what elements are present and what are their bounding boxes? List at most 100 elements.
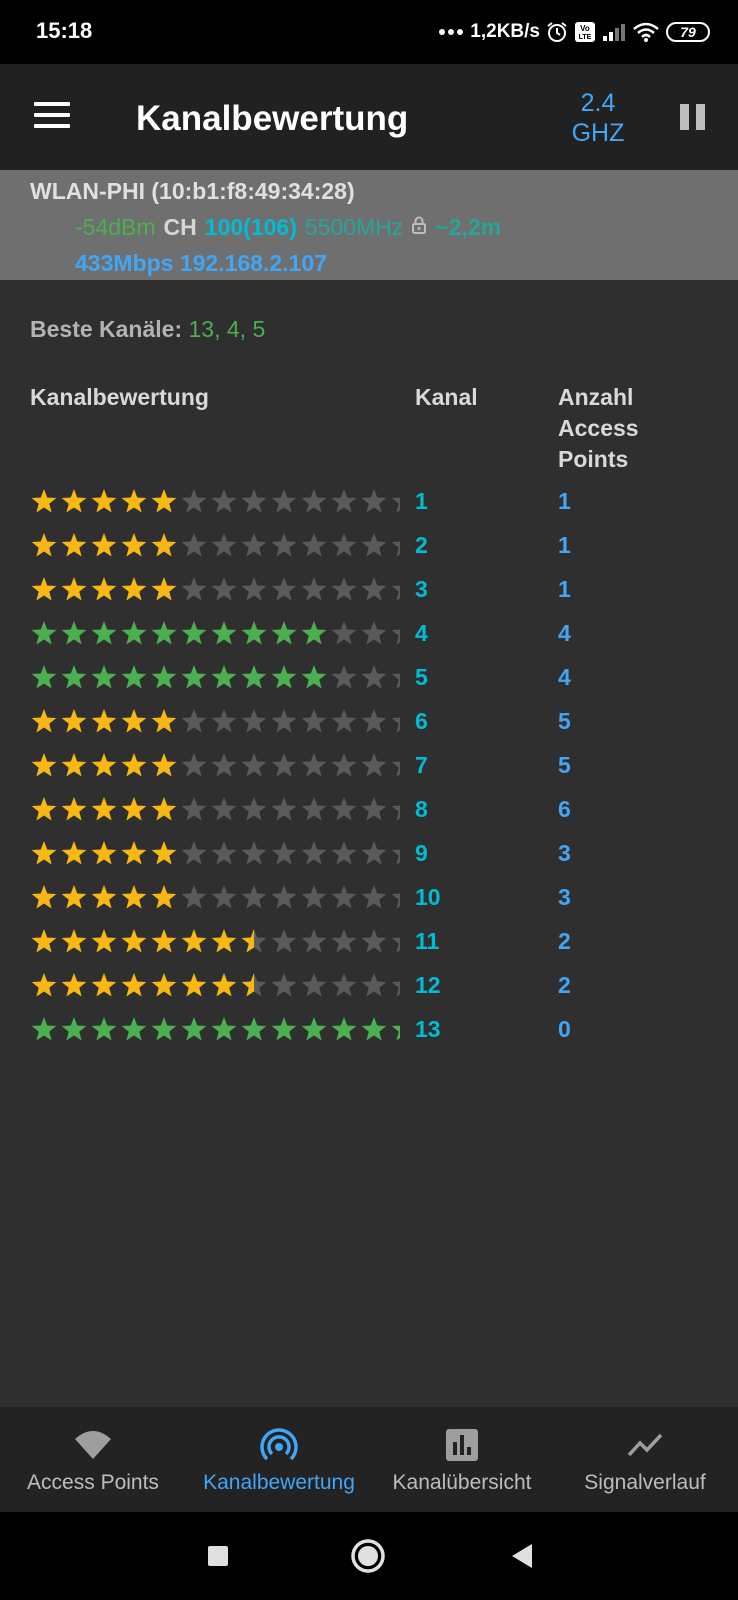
- star-icon: [271, 665, 297, 689]
- star-icon: [211, 709, 237, 733]
- star-icon: [241, 489, 267, 513]
- network-speed: 1,2KB/s: [470, 21, 540, 42]
- star-icon: [151, 1017, 177, 1041]
- access-point-count: 1: [558, 576, 571, 602]
- table-row: 11 2: [0, 920, 738, 964]
- nav-access-points[interactable]: Access Points: [0, 1407, 186, 1512]
- connection-ssid: WLAN-PHI (10:b1:f8:49:34:28): [30, 178, 355, 204]
- channel-number: 6: [415, 708, 428, 734]
- star-icon: [241, 577, 267, 601]
- star-icon: [241, 665, 267, 689]
- channel-number: 10: [415, 884, 441, 910]
- table-row: 10 3: [0, 876, 738, 920]
- ip-address: 192.168.2.107: [179, 250, 327, 276]
- star-icon: [271, 533, 297, 557]
- nav-signal-history[interactable]: Signalverlauf: [552, 1407, 738, 1512]
- nav-label: Kanalbewertung: [203, 1471, 355, 1494]
- star-icon: [211, 1017, 237, 1041]
- star-icon: [301, 533, 327, 557]
- star-icon: [391, 893, 400, 909]
- connection-channel: 100(106): [204, 214, 297, 240]
- home-icon[interactable]: [344, 1532, 392, 1580]
- star-icon: [241, 797, 267, 821]
- star-icon: [181, 929, 207, 953]
- svg-text:LTE: LTE: [579, 34, 592, 41]
- star-icon: [61, 621, 87, 645]
- star-icon: [211, 753, 237, 777]
- back-icon[interactable]: [498, 1532, 546, 1580]
- star-icon: [331, 577, 357, 601]
- rating-stars: [30, 970, 400, 1002]
- header-rating: Kanalbewertung: [30, 384, 209, 410]
- wifi-icon: [73, 1425, 113, 1465]
- star-icon: [331, 709, 357, 733]
- table-row: 44: [0, 612, 738, 656]
- nav-label: Kanalübersicht: [392, 1471, 532, 1494]
- star-icon: [61, 533, 87, 557]
- star-icon: [31, 885, 57, 909]
- star-icon: [361, 665, 387, 689]
- star-icon: [211, 929, 237, 953]
- star-icon: [121, 577, 147, 601]
- star-icon: [121, 885, 147, 909]
- access-point-count: 6: [558, 796, 571, 822]
- star-icon: [211, 973, 237, 997]
- channel-rating-list: 1 1 2 1 3 1 4 4 5 4 6 5 7 5 8 6 9 3 10 3 11 2 12 2 13 0: [0, 480, 738, 1052]
- table-row: 11: [0, 480, 738, 524]
- star-icon: [31, 797, 57, 821]
- star-icon: [121, 841, 147, 865]
- best-channels-value: 13, 4, 5: [188, 316, 266, 342]
- star-icon: [181, 753, 207, 777]
- star-icon: [241, 1017, 267, 1041]
- star-icon: [301, 665, 327, 689]
- status-bar: 15:18 1,2KB/s Vo LTE 79: [0, 0, 738, 64]
- star-icon: [181, 489, 207, 513]
- channel-number: 5: [415, 664, 428, 690]
- channel-number: 3: [415, 576, 428, 602]
- access-point-count: 1: [558, 488, 571, 514]
- star-icon: [211, 489, 237, 513]
- star-icon: [121, 797, 147, 821]
- radar-icon: [259, 1425, 299, 1465]
- star-icon: [241, 533, 267, 557]
- star-icon: [331, 533, 357, 557]
- star-icon: [211, 577, 237, 601]
- pause-icon[interactable]: [680, 104, 706, 132]
- star-icon: [331, 885, 357, 909]
- star-icon: [151, 929, 177, 953]
- star-icon: [271, 797, 297, 821]
- star-icon: [361, 709, 387, 733]
- star-icon: [151, 753, 177, 777]
- access-point-count: 3: [558, 840, 571, 866]
- star-icon: [121, 929, 147, 953]
- band-unit: GHZ: [571, 119, 625, 147]
- star-icon: [181, 621, 207, 645]
- star-icon: [361, 973, 387, 997]
- table-row: 93: [0, 832, 738, 876]
- star-icon: [271, 577, 297, 601]
- rating-stars: [30, 882, 400, 914]
- star-icon: [391, 761, 400, 777]
- star-icon: [31, 577, 57, 601]
- star-icon: [391, 981, 400, 997]
- star-icon: [121, 709, 147, 733]
- channel-number: 4: [415, 620, 428, 646]
- band-toggle-button[interactable]: 2.4 GHZ: [568, 88, 628, 148]
- recents-icon[interactable]: [194, 1532, 242, 1580]
- star-icon: [61, 797, 87, 821]
- menu-icon[interactable]: [34, 102, 70, 130]
- star-icon: [361, 841, 387, 865]
- table-row: 21: [0, 524, 738, 568]
- battery-icon: 79: [666, 22, 710, 42]
- star-icon: [151, 973, 177, 997]
- channel-number: 1: [415, 488, 428, 514]
- star-icon: [211, 665, 237, 689]
- star-icon: [361, 797, 387, 821]
- nav-channel-rating[interactable]: Kanalbewertung: [186, 1407, 372, 1512]
- dots-icon: [438, 28, 464, 36]
- star-icon: [301, 841, 327, 865]
- star-icon: [391, 717, 400, 733]
- nav-channel-overview[interactable]: Kanalübersicht: [372, 1407, 552, 1512]
- star-icon: [91, 753, 117, 777]
- connection-info[interactable]: WLAN-PHI (10:b1:f8:49:34:28) -54dBm CH 1…: [0, 170, 738, 280]
